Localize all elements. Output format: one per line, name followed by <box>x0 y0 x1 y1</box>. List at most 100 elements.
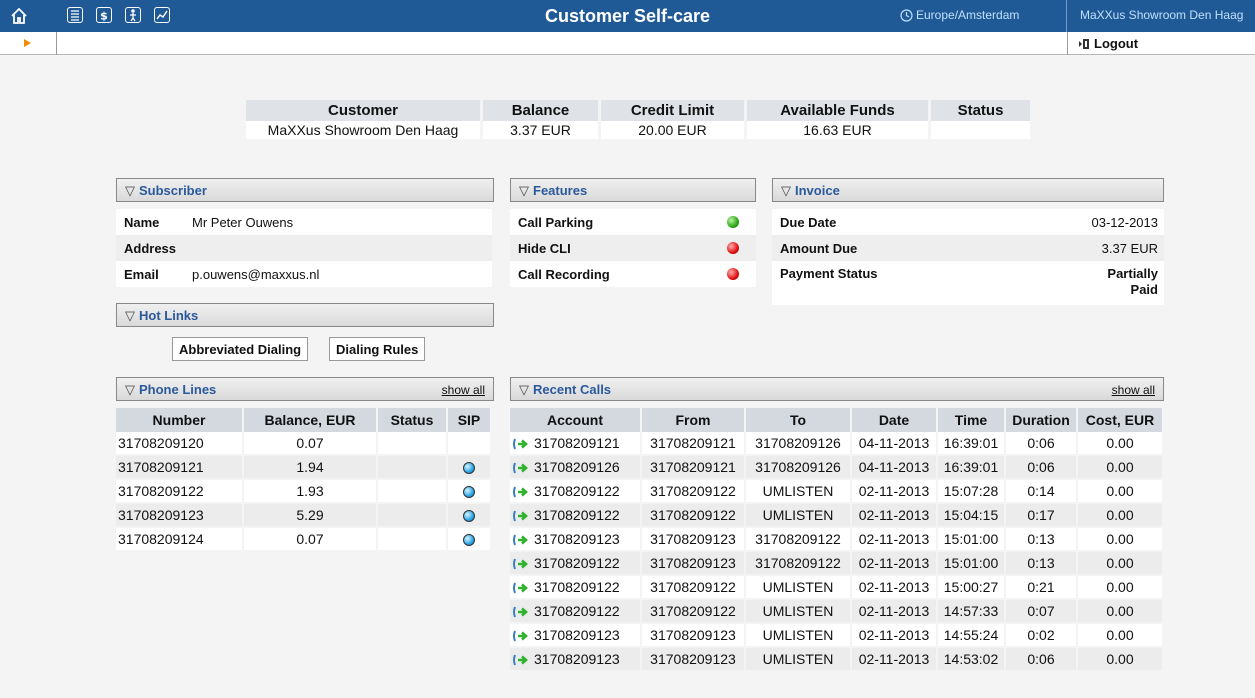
section-title: Phone Lines <box>139 382 217 397</box>
phone-status <box>378 456 448 480</box>
call-to: UMLISTEN <box>746 480 852 504</box>
call-row[interactable]: 31708209122 31708209122 UMLISTEN 02-11-2013… <box>510 480 1164 504</box>
call-date: 02-11-2013 <box>852 480 938 504</box>
call-date: 02-11-2013 <box>852 576 938 600</box>
feature-row-call-recording: Call Recording <box>510 261 756 287</box>
call-account-cell: 31708209122 <box>510 552 642 576</box>
phone-number[interactable]: 31708209123 <box>116 504 244 528</box>
call-account-cell: 31708209122 <box>510 600 642 624</box>
outgoing-call-icon <box>513 534 528 546</box>
call-row[interactable]: 31708209122 31708209122 UMLISTEN 02-11-2013… <box>510 504 1164 528</box>
sip-cell <box>448 528 492 552</box>
phone-line-row[interactable]: 31708209121 1.94 <box>116 456 492 480</box>
column-header[interactable]: Cost, EUR <box>1078 408 1164 432</box>
person-icon[interactable] <box>125 7 141 23</box>
call-cost: 0.00 <box>1078 576 1164 600</box>
sip-cell <box>448 504 492 528</box>
column-header[interactable]: Time <box>938 408 1006 432</box>
abbreviated-dialing-button[interactable]: Abbreviated Dialing <box>172 337 309 361</box>
phone-balance: 0.07 <box>244 528 378 552</box>
call-account-cell: 31708209121 <box>510 432 642 456</box>
collapse-triangle-icon: ▽ <box>125 382 135 397</box>
call-from: 31708209123 <box>642 624 746 648</box>
call-time: 15:01:00 <box>938 552 1006 576</box>
phone-number[interactable]: 31708209121 <box>116 456 244 480</box>
timezone-link[interactable]: Europe/Amsterdam <box>916 8 1019 22</box>
chart-icon[interactable] <box>154 7 170 23</box>
list-icon[interactable] <box>67 7 83 23</box>
phone-lines-section-header[interactable]: ▽ Phone Lines show all <box>116 377 494 401</box>
phone-line-row[interactable]: 31708209123 5.29 <box>116 504 492 528</box>
recent-calls-show-all-link[interactable]: show all <box>1112 383 1155 397</box>
column-header[interactable]: Number <box>116 408 244 432</box>
call-row[interactable]: 31708209122 31708209122 UMLISTEN 02-11-2013… <box>510 600 1164 624</box>
features-section-header[interactable]: ▽ Features <box>510 178 756 202</box>
summary-status <box>931 121 1033 139</box>
column-header[interactable]: Date <box>852 408 938 432</box>
subscriber-section-header[interactable]: ▽ Subscriber <box>116 178 494 202</box>
phone-line-row[interactable]: 31708209124 0.07 <box>116 528 492 552</box>
call-row[interactable]: 31708209123 31708209123 UMLISTEN 02-11-2013… <box>510 624 1164 648</box>
column-header[interactable]: Account <box>510 408 642 432</box>
divider <box>1066 0 1067 32</box>
call-time: 15:07:28 <box>938 480 1006 504</box>
clock-icon <box>900 9 913 22</box>
features-list: Call Parking Hide CLI Call Recording <box>510 209 756 287</box>
call-account: 31708209123 <box>534 626 620 643</box>
column-header[interactable]: Balance, EUR <box>244 408 378 432</box>
phone-balance: 5.29 <box>244 504 378 528</box>
phone-line-row[interactable]: 31708209122 1.93 <box>116 480 492 504</box>
phone-lines-table: Number Balance, EUR Status SIP 317082091… <box>116 408 492 552</box>
hotlinks-section-header[interactable]: ▽ Hot Links <box>116 303 494 327</box>
payment-status-line: Paid <box>1130 282 1158 297</box>
call-time: 15:00:27 <box>938 576 1006 600</box>
phone-number[interactable]: 31708209124 <box>116 528 244 552</box>
call-row[interactable]: 31708209121 31708209121 31708209126 04-11-2… <box>510 432 1164 456</box>
subscriber-email: p.ouwens@maxxus.nl <box>192 266 320 282</box>
logout-button[interactable]: Logout <box>1078 36 1138 51</box>
call-account: 31708209122 <box>534 578 620 595</box>
collapse-triangle-icon: ▽ <box>125 183 135 198</box>
call-to: UMLISTEN <box>746 576 852 600</box>
recent-calls-section-header[interactable]: ▽ Recent Calls show all <box>510 377 1164 401</box>
outgoing-call-icon <box>513 606 528 618</box>
sip-registered-icon <box>463 462 475 475</box>
invoice-section-header[interactable]: ▽ Invoice <box>772 178 1164 202</box>
call-row[interactable]: 31708209126 31708209121 31708209126 04-11-2… <box>510 456 1164 480</box>
column-header[interactable]: Status <box>378 408 448 432</box>
call-to: 31708209122 <box>746 528 852 552</box>
home-icon[interactable] <box>10 7 28 25</box>
call-row[interactable]: 31708209122 31708209122 UMLISTEN 02-11-2013… <box>510 576 1164 600</box>
call-account-cell: 31708209122 <box>510 504 642 528</box>
column-header[interactable]: SIP <box>448 408 492 432</box>
summary-balance: 3.37 EUR <box>483 121 601 139</box>
phone-number[interactable]: 31708209120 <box>116 432 244 456</box>
summary-header-available-funds: Available Funds <box>747 100 931 121</box>
feature-label: Call Parking <box>518 214 594 230</box>
call-to: UMLISTEN <box>746 624 852 648</box>
outgoing-call-icon <box>513 438 528 450</box>
call-row[interactable]: 31708209123 31708209123 31708209122 02-11-2… <box>510 528 1164 552</box>
payment-status-line: Partially <box>1107 266 1158 281</box>
phone-line-row[interactable]: 31708209120 0.07 <box>116 432 492 456</box>
call-account-cell: 31708209126 <box>510 456 642 480</box>
column-header[interactable]: To <box>746 408 852 432</box>
invoice-payment-status: Partially Paid <box>1107 266 1158 298</box>
phone-number[interactable]: 31708209122 <box>116 480 244 504</box>
summary-header-balance: Balance <box>483 100 601 121</box>
phone-balance: 0.07 <box>244 432 378 456</box>
expand-arrow-icon[interactable] <box>24 39 31 47</box>
call-duration: 0:07 <box>1006 600 1078 624</box>
dialing-rules-button[interactable]: Dialing Rules <box>329 337 426 361</box>
column-header[interactable]: Duration <box>1006 408 1078 432</box>
phone-lines-show-all-link[interactable]: show all <box>442 383 485 397</box>
call-date: 02-11-2013 <box>852 600 938 624</box>
account-link[interactable]: MaXXus Showroom Den Haag <box>1080 8 1243 22</box>
call-row[interactable]: 31708209123 31708209123 UMLISTEN 02-11-2013… <box>510 648 1164 672</box>
invoice-row-payment-status: Payment Status Partially Paid <box>772 261 1164 305</box>
call-from: 31708209123 <box>642 552 746 576</box>
dollar-icon[interactable]: $ <box>96 7 112 23</box>
column-header[interactable]: From <box>642 408 746 432</box>
call-row[interactable]: 31708209122 31708209123 31708209122 02-11-2… <box>510 552 1164 576</box>
section-title: Subscriber <box>139 183 207 198</box>
